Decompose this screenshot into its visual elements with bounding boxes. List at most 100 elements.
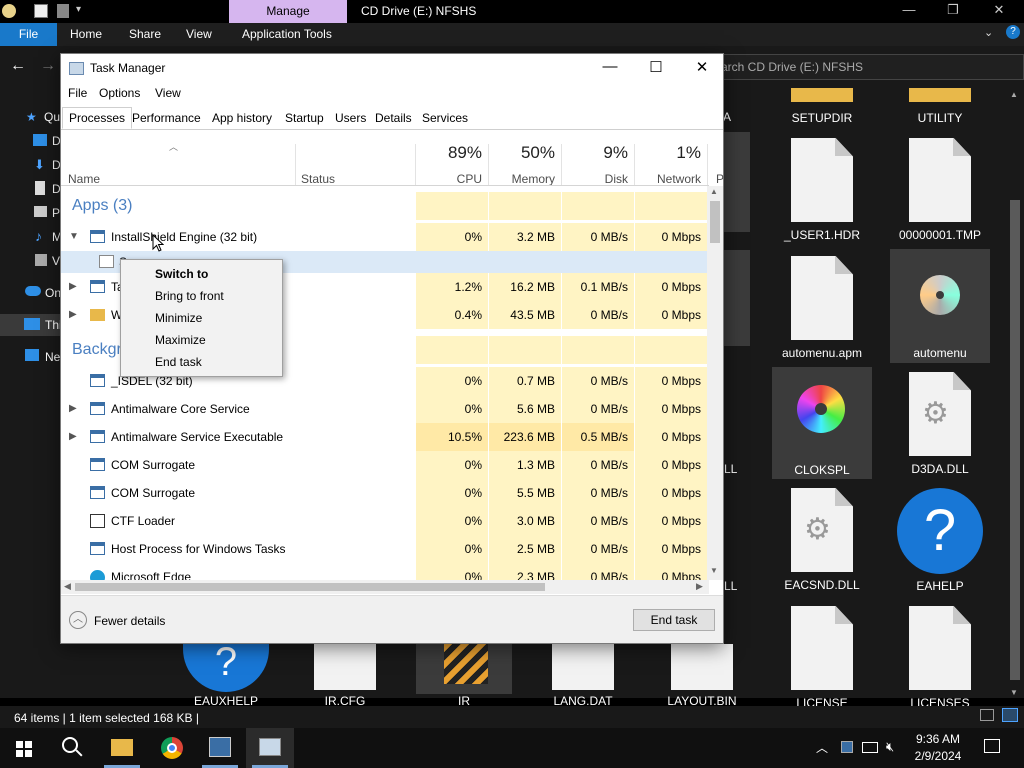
file-item-eahelp[interactable]: ? EAHELP xyxy=(890,486,990,593)
table-row[interactable]: CTF Loader 0% 3.0 MB 0 MB/s 0 Mbps xyxy=(61,507,707,535)
tm-vertical-scrollbar[interactable] xyxy=(707,186,723,580)
tab-startup[interactable]: Startup xyxy=(278,107,331,129)
expand-chevron-down-icon[interactable]: ▼ xyxy=(69,223,79,251)
explorer-maximize-icon[interactable]: ❐ xyxy=(938,2,968,20)
properties-icon[interactable] xyxy=(34,4,48,18)
table-row[interactable]: COM Surrogate 0% 5.5 MB 0 MB/s 0 Mbps xyxy=(61,479,707,507)
start-button[interactable] xyxy=(0,728,48,768)
tab-details[interactable]: Details xyxy=(368,107,419,129)
tab-services[interactable]: Services xyxy=(415,107,475,129)
new-folder-icon[interactable] xyxy=(57,4,69,18)
large-icons-view-icon[interactable] xyxy=(1002,708,1018,722)
collapse-chevron-up-icon[interactable]: ︿ xyxy=(69,611,87,629)
help-icon[interactable]: ? xyxy=(1006,25,1020,39)
table-row[interactable]: ▶ Antimalware Core Service 0% 5.6 MB 0 M… xyxy=(61,395,707,423)
tm-vertical-scroll-thumb[interactable] xyxy=(710,201,720,243)
scroll-down-arrow-icon[interactable]: ▼ xyxy=(1010,688,1018,697)
details-view-icon[interactable] xyxy=(980,709,994,721)
nav-item-pictures[interactable]: P xyxy=(52,206,60,226)
back-arrow-icon[interactable]: ← xyxy=(10,57,26,75)
table-row[interactable]: Host Process for Windows Tasks 0% 2.5 MB… xyxy=(61,535,707,563)
expand-chevron-right-icon[interactable]: ▶ xyxy=(69,273,77,301)
tm-horizontal-scroll-thumb[interactable] xyxy=(75,583,545,591)
volume-muted-icon[interactable]: 🔇︎ xyxy=(886,739,894,755)
explorer-close-icon[interactable]: ✕ xyxy=(984,2,1014,20)
column-header-power[interactable]: P xyxy=(716,172,724,186)
column-header-network[interactable]: Network xyxy=(635,172,701,186)
forward-arrow-icon[interactable]: → xyxy=(40,57,56,75)
tab-processes[interactable]: Processes xyxy=(62,107,133,129)
file-item-automenu-apm[interactable]: automenu.apm xyxy=(772,254,872,362)
explorer-search-input[interactable]: arch CD Drive (E:) NFSHS xyxy=(712,54,1024,80)
table-row[interactable]: COM Surrogate 0% 1.3 MB 0 MB/s 0 Mbps xyxy=(61,451,707,479)
file-item-setupdir[interactable]: SETUPDIR xyxy=(772,88,872,128)
column-header-memory[interactable]: Memory xyxy=(489,172,555,186)
file-item-automenu[interactable]: automenu xyxy=(890,249,990,363)
ribbon-tab-application-tools[interactable]: Application Tools xyxy=(233,23,341,46)
context-menu-switch-to[interactable]: Switch to xyxy=(155,267,208,281)
quick-access-dropdown-icon[interactable]: ▾ xyxy=(76,4,81,15)
taskbar-installshield[interactable] xyxy=(196,728,244,768)
scroll-up-arrow-icon[interactable]: ▲ xyxy=(710,187,718,196)
expand-chevron-right-icon[interactable]: ▶ xyxy=(69,395,77,423)
file-item-00000001-tmp[interactable]: 00000001.TMP xyxy=(890,138,990,244)
nav-item-network[interactable]: Ne xyxy=(45,350,60,370)
file-item-eacsnd-dll[interactable]: ⚙ EACSND.DLL xyxy=(772,488,872,594)
file-item-user1-hdr[interactable]: _USER1.HDR xyxy=(772,138,872,244)
scroll-left-arrow-icon[interactable]: ◀ xyxy=(64,581,71,592)
context-menu-maximize[interactable]: Maximize xyxy=(155,333,206,347)
tm-menu-options[interactable]: Options xyxy=(99,86,140,100)
tm-menu-file[interactable]: File xyxy=(68,86,87,100)
nav-item-videos[interactable]: V xyxy=(52,254,60,274)
end-task-button[interactable]: End task xyxy=(633,609,715,631)
cell-cpu: 0% xyxy=(416,563,488,580)
scroll-right-arrow-icon[interactable]: ▶ xyxy=(696,581,703,592)
explorer-minimize-icon[interactable]: — xyxy=(894,2,924,20)
tab-performance[interactable]: Performance xyxy=(125,107,208,129)
taskbar-task-manager[interactable] xyxy=(246,728,294,768)
file-item-d3da-dll[interactable]: ⚙ D3DA.DLL xyxy=(890,372,990,478)
tab-users[interactable]: Users xyxy=(328,107,373,129)
notification-center-icon[interactable] xyxy=(984,739,1000,753)
search-button[interactable] xyxy=(48,728,96,768)
fewer-details-link[interactable]: Fewer details xyxy=(94,614,165,628)
tm-close-icon[interactable]: ✕ xyxy=(679,58,725,80)
tm-maximize-icon[interactable]: ☐ xyxy=(633,58,679,80)
sort-chevron-up-icon[interactable]: ︿ xyxy=(169,140,178,153)
scroll-up-arrow-icon[interactable]: ▲ xyxy=(1010,90,1018,99)
ribbon-tab-view[interactable]: View xyxy=(177,23,221,46)
taskbar-file-explorer[interactable] xyxy=(98,728,146,768)
tm-minimize-icon[interactable]: — xyxy=(587,58,633,80)
column-header-cpu[interactable]: CPU xyxy=(416,172,482,186)
tab-app-history[interactable]: App history xyxy=(205,107,279,129)
file-item-clokspl[interactable]: CLOKSPL xyxy=(772,367,872,479)
show-hidden-icons-chevron-icon[interactable]: ︿ xyxy=(816,739,828,756)
ribbon-tab-home[interactable]: Home xyxy=(61,23,111,46)
explorer-scroll-thumb[interactable] xyxy=(1010,200,1020,680)
ribbon-tab-share[interactable]: Share xyxy=(120,23,170,46)
table-row[interactable]: ▶ Antimalware Service Executable 10.5% 2… xyxy=(61,423,707,451)
table-row[interactable]: Microsoft Edge 0% 2.3 MB 0 MB/s 0 Mbps xyxy=(61,563,707,580)
column-header-name[interactable]: Name xyxy=(68,172,100,186)
scroll-down-arrow-icon[interactable]: ▼ xyxy=(710,566,718,575)
column-header-status[interactable]: Status xyxy=(301,172,335,186)
file-item-license[interactable]: LICENSE xyxy=(772,606,872,710)
context-menu-end-task[interactable]: End task xyxy=(155,355,202,369)
network-icon[interactable] xyxy=(862,742,878,753)
file-item-utility[interactable]: UTILITY xyxy=(890,88,990,128)
ribbon-tab-file[interactable]: File xyxy=(0,23,57,46)
expand-chevron-right-icon[interactable]: ▶ xyxy=(69,301,77,329)
column-header-disk[interactable]: Disk xyxy=(562,172,628,186)
taskbar-chrome[interactable] xyxy=(148,728,196,768)
tm-menu-view[interactable]: View xyxy=(155,86,181,100)
context-menu-bring-to-front[interactable]: Bring to front xyxy=(155,289,224,303)
context-menu-minimize[interactable]: Minimize xyxy=(155,311,202,325)
nav-item-quick-access[interactable]: Qu xyxy=(44,110,60,130)
manage-tab[interactable]: Manage xyxy=(229,0,347,23)
tray-app-icon[interactable] xyxy=(841,741,853,753)
ribbon-expand-icon[interactable]: ⌄ xyxy=(984,26,993,39)
nav-item-onedrive[interactable]: On xyxy=(45,286,61,306)
expand-chevron-right-icon[interactable]: ▶ xyxy=(69,423,77,451)
taskbar-clock[interactable]: 9:36 AM 2/9/2024 xyxy=(906,731,970,765)
file-item-licenses[interactable]: LICENSES xyxy=(890,606,990,710)
